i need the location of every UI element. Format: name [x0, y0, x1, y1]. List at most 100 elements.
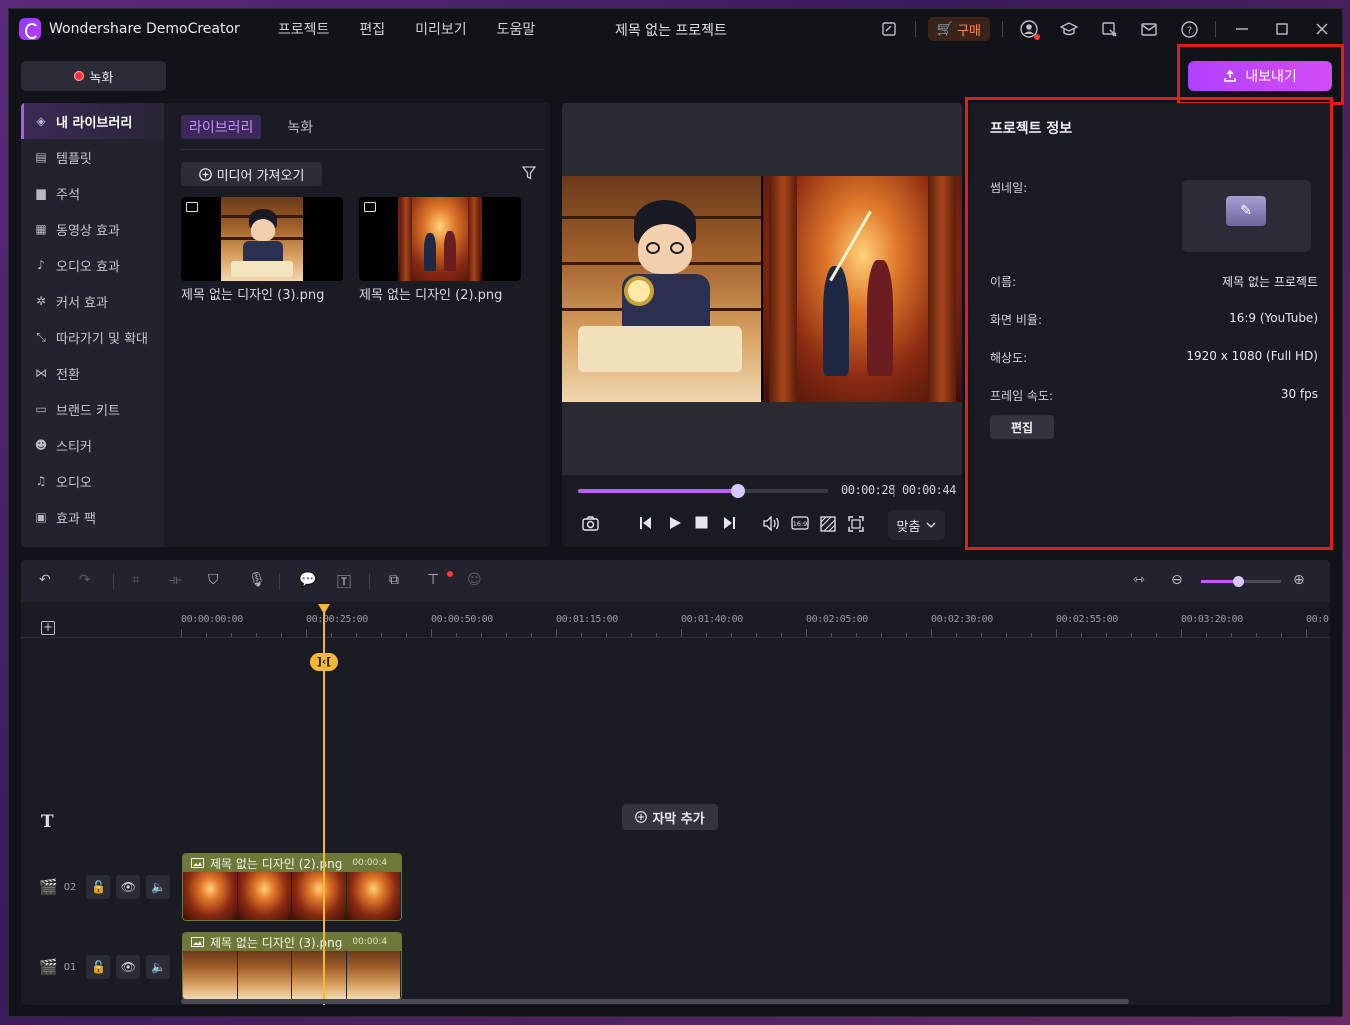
- sidebar-item-label: 전환: [56, 367, 80, 383]
- buy-button[interactable]: 🛒 구매: [927, 17, 990, 41]
- sidebar-item-audio-effects[interactable]: ♪ 오디오 효과: [21, 247, 164, 283]
- avatar-icon[interactable]: ☺: [467, 572, 482, 588]
- timeline-clip[interactable]: 제목 없는 디자인 (3).png 00:00:4: [182, 932, 402, 1000]
- clip-duration: 00:00:4: [352, 937, 388, 947]
- snapshot-icon[interactable]: [582, 516, 599, 535]
- seek-progress: [578, 489, 738, 493]
- time-ruler[interactable]: 00:00:00:00 00:00:25:00 00:00:50:00 00:0…: [21, 602, 1330, 638]
- tools-icon[interactable]: [1089, 9, 1129, 49]
- media-item[interactable]: 제목 없는 디자인 (3).png: [181, 197, 343, 303]
- sidebar-item-video-effects[interactable]: ▦ 동영상 효과: [21, 211, 164, 247]
- aspect-ratio-icon[interactable]: 16:9: [791, 516, 809, 534]
- sword-fight-image: [398, 197, 482, 281]
- maximize-icon[interactable]: [1262, 9, 1302, 49]
- redo-icon[interactable]: ↷: [79, 572, 91, 588]
- ruler-tick: [1031, 633, 1032, 637]
- safe-zone-icon[interactable]: [820, 516, 836, 536]
- eye-icon[interactable]: 👁: [116, 875, 141, 899]
- split-at-playhead-button[interactable]: ]‹[: [310, 653, 338, 671]
- speech-bubble-icon[interactable]: 💬: [299, 572, 316, 588]
- sidebar-item-zoom-follow[interactable]: ⤡ 따라가기 및 확대: [21, 319, 164, 355]
- account-icon[interactable]: [1009, 9, 1049, 49]
- close-icon[interactable]: [1302, 9, 1342, 49]
- lock-icon[interactable]: 🔓: [86, 875, 111, 899]
- speaker-icon[interactable]: 🔈: [146, 875, 171, 899]
- marker-icon[interactable]: ⛉: [208, 572, 219, 588]
- volume-icon[interactable]: [763, 515, 781, 535]
- caption-icon[interactable]: ⧉: [389, 572, 399, 588]
- ruler-tick: [256, 633, 257, 637]
- ruler-tick: [231, 633, 232, 637]
- chevron-down-icon: [926, 522, 936, 528]
- speaker-icon[interactable]: 🔈: [146, 955, 171, 979]
- next-frame-icon[interactable]: [722, 516, 736, 534]
- track-header-01: 🎬 01 🔓 👁 🔈: [39, 955, 171, 979]
- sidebar-item-my-library[interactable]: ◈ 내 라이브러리: [21, 103, 164, 139]
- timeline-clip[interactable]: 제목 없는 디자인 (2).png 00:00:4: [182, 853, 402, 921]
- sidebar-item-templates[interactable]: ▤ 템플릿: [21, 139, 164, 175]
- undo-icon[interactable]: ↶: [39, 572, 51, 588]
- ruler-tick: [606, 633, 607, 637]
- sidebar-item-brand-kit[interactable]: ▭ 브랜드 키트: [21, 391, 164, 427]
- ruler-tick: [931, 629, 932, 637]
- zoom-handle[interactable]: [1232, 576, 1244, 587]
- ruler-tick: [456, 633, 457, 637]
- tab-library[interactable]: 라이브러리: [181, 115, 262, 139]
- record-button[interactable]: 녹화: [21, 61, 166, 91]
- media-item[interactable]: 제목 없는 디자인 (2).png: [359, 197, 521, 303]
- zoom-in-icon[interactable]: ⊕: [1293, 572, 1305, 588]
- menu-project[interactable]: 프로젝트: [278, 19, 330, 39]
- sidebar-item-audio[interactable]: ♫ 오디오: [21, 463, 164, 499]
- menu-help[interactable]: 도움말: [497, 19, 536, 39]
- play-icon[interactable]: [669, 516, 682, 534]
- tab-recordings[interactable]: 녹화: [279, 115, 321, 139]
- sidebar-item-annotations[interactable]: ▆ 주석: [21, 175, 164, 211]
- stop-icon[interactable]: [695, 516, 708, 533]
- media-thumbnail: [181, 197, 343, 281]
- seek-handle[interactable]: [731, 484, 745, 498]
- mail-icon[interactable]: [1129, 9, 1169, 49]
- zoom-out-icon[interactable]: ⊖: [1171, 572, 1183, 588]
- feedback-icon[interactable]: [869, 9, 909, 49]
- timeline-zoom-slider[interactable]: [1201, 576, 1281, 587]
- app-title: Wondershare DemoCreator: [49, 21, 240, 37]
- add-caption-label: 자막 추가: [652, 811, 705, 827]
- sidebar-item-transitions[interactable]: ⋈ 전환: [21, 355, 164, 391]
- minimize-icon[interactable]: [1222, 9, 1262, 49]
- tutorial-icon[interactable]: [1049, 9, 1089, 49]
- text-box-icon[interactable]: 🅃: [337, 572, 351, 592]
- zoom-follow-icon: ⤡: [36, 329, 46, 344]
- auto-caption-icon[interactable]: ⊤: [427, 572, 439, 588]
- svg-text:?: ?: [1186, 25, 1191, 36]
- microphone-icon[interactable]: 🎙: [248, 572, 266, 588]
- total-time: 00:00:44: [902, 483, 956, 497]
- crop-icon[interactable]: ⌗: [132, 572, 140, 588]
- sidebar-item-label: 커서 효과: [56, 295, 108, 311]
- timeline-toolbar: ↶ ↷ ⌗ ⟛ ⛉ 🎙 💬 🅃 ⧉ ⊤ ☺ ⇿ ⊖ ⊕: [21, 560, 1330, 602]
- split-icon[interactable]: ⟛: [169, 572, 182, 588]
- fit-timeline-icon[interactable]: ⇿: [1133, 572, 1145, 588]
- filter-icon[interactable]: [521, 166, 537, 184]
- sidebar-item-label: 따라가기 및 확대: [56, 331, 148, 347]
- add-track-icon[interactable]: +: [41, 621, 55, 635]
- playback-seek-bar[interactable]: [578, 484, 828, 498]
- fullscreen-icon[interactable]: [848, 516, 864, 536]
- import-media-button[interactable]: 미디어 가져오기: [181, 162, 322, 186]
- lock-icon[interactable]: 🔓: [86, 955, 111, 979]
- prev-frame-icon[interactable]: [639, 516, 653, 534]
- help-icon[interactable]: ?: [1169, 9, 1209, 49]
- zoom-fit-select[interactable]: 맞춤: [888, 510, 945, 540]
- sidebar-item-effect-packs[interactable]: ▣ 효과 팩: [21, 499, 164, 535]
- add-caption-button[interactable]: 자막 추가: [622, 804, 718, 830]
- timeline-scrollbar[interactable]: [181, 999, 1129, 1004]
- ruler-tick: [531, 633, 532, 637]
- sidebar-item-cursor-effects[interactable]: ✲ 커서 효과: [21, 283, 164, 319]
- sidebar-item-stickers[interactable]: ☻ 스티커: [21, 427, 164, 463]
- menu-edit[interactable]: 편집: [359, 19, 385, 39]
- project-title: 제목 없는 프로젝트: [615, 23, 727, 39]
- eye-icon[interactable]: 👁: [116, 955, 141, 979]
- menu-preview[interactable]: 미리보기: [415, 19, 467, 39]
- clip-duration: 00:00:4: [352, 858, 388, 868]
- divider: [914, 21, 916, 37]
- sidebar-item-label: 스티커: [56, 439, 92, 455]
